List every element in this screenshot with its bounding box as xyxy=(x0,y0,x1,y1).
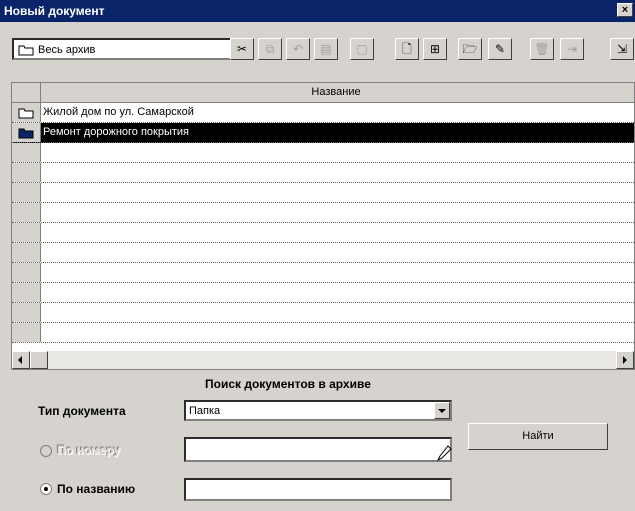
by-number-radio xyxy=(40,445,52,457)
chevron-down-icon[interactable] xyxy=(434,402,450,419)
edit-button[interactable]: ✎ xyxy=(488,38,512,60)
table-row[interactable] xyxy=(12,163,634,183)
horizontal-scrollbar[interactable] xyxy=(12,351,634,369)
cut-button[interactable]: ✂ xyxy=(230,38,254,60)
documents-table: Название Жилой дом по ул. Самарской Ремон… xyxy=(11,82,635,370)
find-button[interactable]: Найти xyxy=(468,423,608,450)
row-indicator xyxy=(12,123,41,142)
name-input[interactable] xyxy=(184,478,452,501)
doc-type-select[interactable]: Папка xyxy=(184,400,452,421)
doc-type-value: Папка xyxy=(189,405,221,417)
header-corner xyxy=(12,83,41,102)
doc-type-label: Тип документа xyxy=(38,404,126,418)
row-indicator xyxy=(12,323,41,342)
scroll-left-button[interactable] xyxy=(12,351,30,369)
column-header-name[interactable]: Название xyxy=(41,86,631,98)
row-indicator xyxy=(12,183,41,202)
new-document-button[interactable]: 🗋 xyxy=(395,38,419,60)
table-row[interactable] xyxy=(12,263,634,283)
exit-button[interactable]: ⇲ xyxy=(610,38,634,60)
table-row[interactable] xyxy=(12,303,634,323)
mouse-cursor-icon xyxy=(436,445,452,462)
row-indicator xyxy=(12,303,41,322)
row-indicator xyxy=(12,163,41,182)
row-title: Ремонт дорожного покрытия xyxy=(43,126,190,138)
row-indicator xyxy=(12,243,41,262)
table-row[interactable] xyxy=(12,323,634,343)
undo-button: ↶ xyxy=(286,38,310,60)
close-button[interactable]: × xyxy=(617,3,633,17)
table-row[interactable]: Ремонт дорожного покрытия xyxy=(12,123,634,143)
table-header: Название xyxy=(12,83,634,103)
table-row[interactable]: Жилой дом по ул. Самарской xyxy=(12,103,634,123)
window-title: Новый документ xyxy=(4,4,105,18)
row-indicator xyxy=(12,263,41,282)
paste-button: ▤ xyxy=(314,38,338,60)
archive-scope-value: Весь архив xyxy=(38,44,96,56)
toolbar: Весь архив ✂ ⧉ ↶ ▤ ▢ 🗋 ⊞ 🗁 ✎ 🗑 ⇥ ⇲ xyxy=(0,30,635,66)
table-row[interactable] xyxy=(12,243,634,263)
delete-button: 🗑 xyxy=(530,38,554,60)
archive-scope-dropdown[interactable]: Весь архив xyxy=(12,38,248,60)
row-indicator xyxy=(12,223,41,242)
table-row[interactable] xyxy=(12,223,634,243)
frame-button: ▢ xyxy=(350,38,374,60)
by-name-radio[interactable] xyxy=(40,483,52,495)
folder-icon xyxy=(18,45,34,56)
search-title: Поиск документов в архиве xyxy=(205,377,371,391)
tree-button[interactable]: ⊞ xyxy=(423,38,447,60)
row-indicator xyxy=(12,203,41,222)
table-row[interactable] xyxy=(12,203,634,223)
scroll-thumb[interactable] xyxy=(30,351,48,369)
table-row[interactable] xyxy=(12,183,634,203)
radio-dot xyxy=(44,487,48,491)
row-indicator xyxy=(12,283,41,302)
folder-icon xyxy=(18,108,34,119)
open-folder-button[interactable]: 🗁 xyxy=(458,38,482,60)
row-indicator xyxy=(12,103,41,122)
number-input[interactable] xyxy=(184,437,452,462)
table-row[interactable] xyxy=(12,143,634,163)
folder-icon xyxy=(18,128,34,139)
title-bar: Новый документ × xyxy=(0,0,635,22)
by-number-label: По номеру xyxy=(57,443,121,457)
copy-button: ⧉ xyxy=(258,38,282,60)
by-name-label[interactable]: По названию xyxy=(57,482,135,496)
row-title: Жилой дом по ул. Самарской xyxy=(43,106,194,118)
scroll-right-button[interactable] xyxy=(616,351,634,369)
table-row[interactable] xyxy=(12,283,634,303)
row-indicator xyxy=(12,143,41,162)
move-button: ⇥ xyxy=(560,38,584,60)
